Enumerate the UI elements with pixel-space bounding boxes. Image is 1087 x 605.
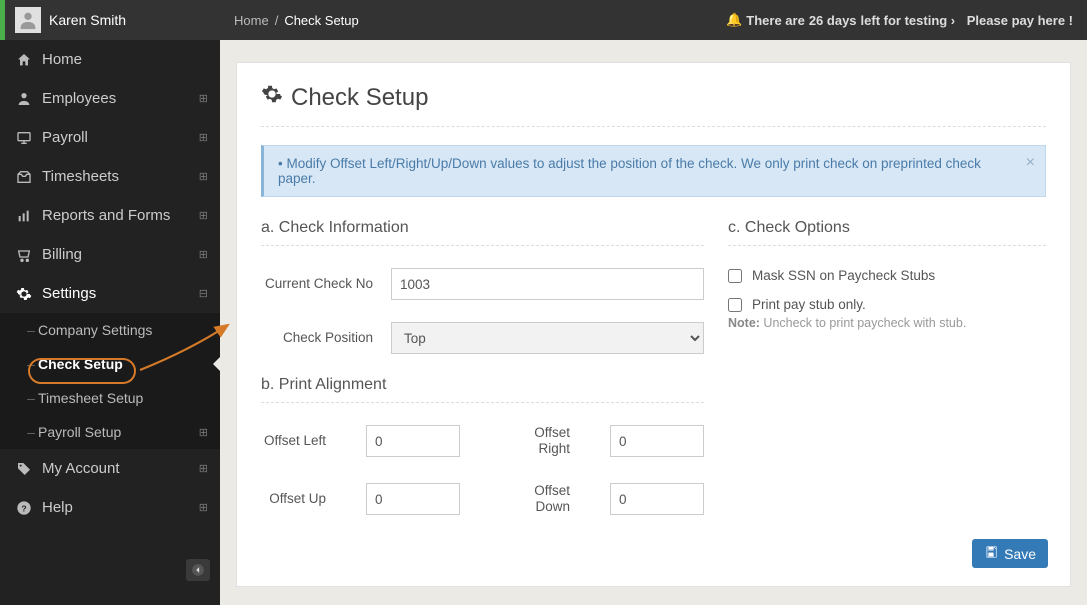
breadcrumb-home[interactable]: Home <box>234 13 269 28</box>
trial-alert-post: left for testing › <box>861 13 956 28</box>
offset-down-input[interactable] <box>610 483 704 515</box>
expand-icon: ⊞ <box>199 248 208 261</box>
gear-icon <box>261 83 283 112</box>
expand-icon: ⊞ <box>199 209 208 222</box>
expand-icon: ⊞ <box>199 92 208 105</box>
cart-icon <box>12 247 36 263</box>
trial-alert-count: 26 days <box>809 13 857 28</box>
offset-left-input[interactable] <box>366 425 460 457</box>
inbox-icon <box>12 169 36 185</box>
nav-label: Timesheets <box>42 168 199 185</box>
page-title-b: Setup <box>366 84 429 111</box>
section-a-title: a. Check Information <box>261 219 704 246</box>
page-title: Check Setup <box>261 83 1046 127</box>
offset-right-label: Offset Right <box>500 425 570 456</box>
close-icon[interactable]: × <box>1026 154 1035 172</box>
nav-settings-payroll[interactable]: –Payroll Setup⊞ <box>0 415 220 449</box>
user-name: Karen Smith <box>49 12 126 28</box>
info-alert-text: Modify Offset Left/Right/Up/Down values … <box>278 156 981 186</box>
offset-up-input[interactable] <box>366 483 460 515</box>
section-b-title: b. Print Alignment <box>261 376 704 403</box>
arrow-left-icon <box>191 563 205 577</box>
nav-my-account[interactable]: My Account ⊞ <box>0 449 220 488</box>
trial-alert[interactable]: 🔔 There are 26 days left for testing › P… <box>726 12 1073 28</box>
trial-alert-pre: There are <box>746 13 805 28</box>
topbar: Home / Check Setup 🔔 There are 26 days l… <box>220 0 1087 40</box>
main-panel: Check Setup • Modify Offset Left/Right/U… <box>236 62 1071 587</box>
offset-left-label: Offset Left <box>261 433 326 449</box>
expand-icon: ⊞ <box>199 131 208 144</box>
expand-icon: ⊞ <box>199 170 208 183</box>
person-icon <box>12 91 36 107</box>
save-icon <box>984 545 998 562</box>
nav-settings[interactable]: Settings ⊟ <box>0 274 220 313</box>
monitor-icon <box>12 130 36 146</box>
expand-icon: ⊞ <box>199 462 208 475</box>
nav-reports[interactable]: Reports and Forms ⊞ <box>0 196 220 235</box>
note-line: Note: Uncheck to print paycheck with stu… <box>728 316 1046 330</box>
nav-payroll[interactable]: Payroll ⊞ <box>0 118 220 157</box>
bell-icon: 🔔 <box>726 12 742 28</box>
nav-label: Billing <box>42 246 199 263</box>
nav-settings-company[interactable]: –Company Settings <box>0 313 220 347</box>
home-icon <box>12 52 36 68</box>
mask-ssn-label: Mask SSN on Paycheck Stubs <box>752 268 935 283</box>
help-icon: ? <box>12 500 36 516</box>
nav-sub-label: Company Settings <box>38 322 208 338</box>
user-bar[interactable]: Karen Smith <box>0 0 220 40</box>
breadcrumb: Home / Check Setup <box>234 13 359 28</box>
sidebar: Karen Smith Home Employees ⊞ Payroll ⊞ T… <box>0 0 220 605</box>
nav-label: Settings <box>42 285 199 302</box>
gear-icon <box>12 286 36 302</box>
note-strong: Note: <box>728 316 760 330</box>
nav-label: My Account <box>42 460 199 477</box>
nav-sub-label: Timesheet Setup <box>38 390 208 406</box>
note-text: Uncheck to print paycheck with stub. <box>760 316 966 330</box>
tags-icon <box>12 461 36 477</box>
print-stub-label: Print pay stub only. <box>752 297 866 312</box>
sidebar-collapse-row <box>0 555 220 585</box>
section-c-title: c. Check Options <box>728 219 1046 246</box>
nav-home[interactable]: Home <box>0 40 220 79</box>
nav-sub-label: Check Setup <box>38 356 208 372</box>
nav-label: Home <box>42 51 208 68</box>
nav-employees[interactable]: Employees ⊞ <box>0 79 220 118</box>
nav-help[interactable]: ? Help ⊞ <box>0 488 220 527</box>
nav-sub-label: Payroll Setup <box>38 424 199 440</box>
nav-billing[interactable]: Billing ⊞ <box>0 235 220 274</box>
settings-submenu: –Company Settings –Check Setup –Timeshee… <box>0 313 220 449</box>
offset-right-input[interactable] <box>610 425 704 457</box>
current-check-no-label: Current Check No <box>261 276 391 292</box>
breadcrumb-sep: / <box>275 13 279 28</box>
info-alert: • Modify Offset Left/Right/Up/Down value… <box>261 145 1046 197</box>
nav: Home Employees ⊞ Payroll ⊞ Timesheets ⊞ … <box>0 40 220 527</box>
save-button[interactable]: Save <box>972 539 1048 568</box>
print-stub-checkbox[interactable] <box>728 298 742 312</box>
expand-icon: ⊞ <box>199 501 208 514</box>
nav-settings-timesheet[interactable]: –Timesheet Setup <box>0 381 220 415</box>
page-title-a: Check <box>291 84 359 111</box>
collapse-icon: ⊟ <box>199 287 208 300</box>
nav-label: Payroll <box>42 129 199 146</box>
avatar <box>15 7 41 33</box>
svg-text:?: ? <box>21 503 26 513</box>
nav-label: Reports and Forms <box>42 207 199 224</box>
save-button-label: Save <box>1004 546 1036 562</box>
nav-label: Employees <box>42 90 199 107</box>
content-area: Home / Check Setup 🔔 There are 26 days l… <box>220 0 1087 605</box>
expand-icon: ⊞ <box>199 426 208 439</box>
check-position-label: Check Position <box>261 330 391 346</box>
offset-up-label: Offset Up <box>261 491 326 507</box>
chart-icon <box>12 208 36 224</box>
trial-alert-pay[interactable]: Please pay here ! <box>967 13 1073 28</box>
breadcrumb-current: Check Setup <box>284 13 358 28</box>
nav-timesheets[interactable]: Timesheets ⊞ <box>0 157 220 196</box>
mask-ssn-checkbox[interactable] <box>728 269 742 283</box>
sidebar-collapse-button[interactable] <box>186 559 210 581</box>
check-position-select[interactable]: Top <box>391 322 704 354</box>
offset-down-label: Offset Down <box>500 483 570 514</box>
current-check-no-input[interactable] <box>391 268 704 300</box>
nav-settings-check[interactable]: –Check Setup <box>0 347 220 381</box>
nav-label: Help <box>42 499 199 516</box>
